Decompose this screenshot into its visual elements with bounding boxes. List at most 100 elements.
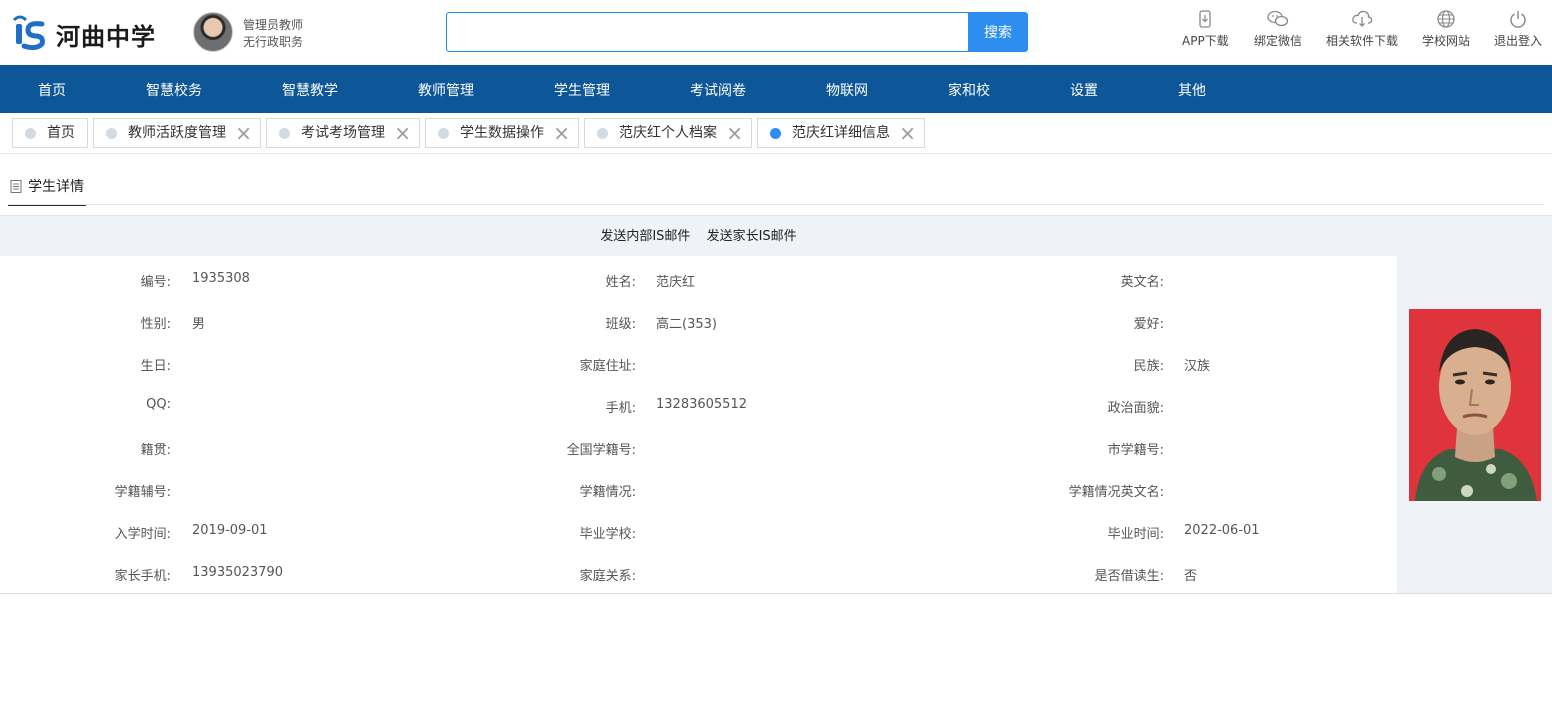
tab-dot-icon <box>25 128 36 139</box>
school-website-label: 学校网站 <box>1422 34 1471 48</box>
user-job: 无行政职务 <box>243 35 304 49</box>
tab-exam-room[interactable]: 考试考场管理 × <box>266 118 420 148</box>
student-portrait-icon <box>1409 309 1541 501</box>
close-icon[interactable]: × <box>235 119 252 147</box>
send-internal-mail-link[interactable]: 发送内部IS邮件 <box>600 229 690 244</box>
field-label-enroll-date: 入学时间: <box>114 527 171 542</box>
nav-item-student-mgmt[interactable]: 学生管理 <box>554 80 610 100</box>
field-label-political-status: 政治面貌: <box>1107 401 1164 416</box>
tab-dot-icon <box>279 128 290 139</box>
field-value-enroll-date: 2019-09-01 <box>192 523 268 538</box>
nav-item-exam-grading[interactable]: 考试阅卷 <box>690 80 746 100</box>
close-icon[interactable]: × <box>726 119 743 147</box>
logout-label: 退出登入 <box>1494 34 1543 48</box>
tab-student-data[interactable]: 学生数据操作 × <box>425 118 579 148</box>
user-role: 管理员教师 <box>243 18 304 32</box>
nav-item-teacher-mgmt[interactable]: 教师管理 <box>418 80 474 100</box>
field-value-ethnicity: 汉族 <box>1184 359 1211 374</box>
nav-item-home[interactable]: 首页 <box>38 80 66 100</box>
logout-button[interactable]: 退出登入 <box>1494 10 1542 49</box>
app-download-button[interactable]: APP下载 <box>1182 10 1229 49</box>
field-label-national-student-id: 全国学籍号: <box>566 443 636 458</box>
field-value-id: 1935308 <box>192 271 250 286</box>
close-icon[interactable]: × <box>394 119 411 147</box>
nav-item-smart-admin[interactable]: 智慧校务 <box>146 80 202 100</box>
app-download-label: APP下载 <box>1182 34 1229 48</box>
divider <box>8 204 1544 205</box>
tab-label: 范庆红个人档案 <box>619 125 717 141</box>
field-value-parent-phone: 13935023790 <box>192 565 283 580</box>
field-label-id: 编号: <box>140 275 171 290</box>
header: 河曲中学 管理员教师 无行政职务 搜索 APP下载 绑定微信 相关软件下载 学校… <box>0 0 1552 65</box>
nav-item-other[interactable]: 其他 <box>1178 80 1206 100</box>
subtab-label: 学生详情 <box>28 179 84 195</box>
cloud-download-icon <box>1352 10 1373 27</box>
field-label-address: 家庭住址: <box>579 359 636 374</box>
field-label-gender: 性别: <box>140 317 171 332</box>
school-logo-icon <box>12 15 45 50</box>
field-label-city-student-id: 市学籍号: <box>1107 443 1164 458</box>
student-photo <box>1409 309 1541 501</box>
tab-label: 考试考场管理 <box>301 125 385 141</box>
field-label-qq: QQ: <box>146 397 171 412</box>
bind-wechat-button[interactable]: 绑定微信 <box>1254 10 1302 49</box>
tab-student-profile[interactable]: 范庆红个人档案 × <box>584 118 752 148</box>
power-icon <box>1510 11 1526 28</box>
field-label-class: 班级: <box>605 317 636 332</box>
field-label-name: 姓名: <box>605 275 636 290</box>
wechat-icon <box>1267 10 1289 27</box>
tab-dot-icon <box>770 128 781 139</box>
tab-home[interactable]: 首页 <box>12 118 88 148</box>
tab-label: 首页 <box>47 125 75 141</box>
school-name: 河曲中学 <box>56 23 156 51</box>
tab-dot-icon <box>597 128 608 139</box>
nav-item-iot[interactable]: 物联网 <box>826 80 868 100</box>
field-label-transient-student: 是否借读生: <box>1094 569 1164 584</box>
close-icon[interactable]: × <box>553 119 570 147</box>
software-download-label: 相关软件下载 <box>1326 34 1399 48</box>
field-label-graduation-date: 毕业时间: <box>1107 527 1164 542</box>
document-icon <box>10 180 22 193</box>
tab-label: 学生数据操作 <box>460 125 544 141</box>
tab-dot-icon <box>438 128 449 139</box>
software-download-button[interactable]: 相关软件下载 <box>1326 10 1398 49</box>
school-website-button[interactable]: 学校网站 <box>1422 10 1470 49</box>
tab-student-details[interactable]: 学生详情 <box>8 172 86 206</box>
tab-teacher-activity[interactable]: 教师活跃度管理 × <box>93 118 261 148</box>
search-button[interactable]: 搜索 <box>968 12 1028 52</box>
phone-icon <box>1199 10 1211 28</box>
bind-wechat-label: 绑定微信 <box>1254 34 1303 48</box>
tab-dot-icon <box>106 128 117 139</box>
action-bar: 发送内部IS邮件 发送家长IS邮件 <box>0 216 1397 256</box>
field-label-native-place: 籍贯: <box>140 443 171 458</box>
search-input[interactable] <box>446 12 969 52</box>
nav-item-settings[interactable]: 设置 <box>1070 80 1098 100</box>
field-value-gender: 男 <box>192 317 206 332</box>
field-value-graduation-date: 2022-06-01 <box>1184 523 1260 538</box>
field-label-ethnicity: 民族: <box>1133 359 1164 374</box>
field-value-name: 范庆红 <box>656 275 696 290</box>
globe-icon <box>1437 10 1455 28</box>
field-label-family-relation: 家庭关系: <box>579 569 636 584</box>
tab-bar: 首页 教师活跃度管理 × 考试考场管理 × 学生数据操作 × 范庆红个人档案 ×… <box>0 113 1552 154</box>
nav-item-smart-teaching[interactable]: 智慧教学 <box>282 80 338 100</box>
photo-column <box>1397 216 1552 593</box>
field-label-graduated-school: 毕业学校: <box>579 527 636 542</box>
field-label-parent-phone: 家长手机: <box>114 569 171 584</box>
student-detail-panel: 发送内部IS邮件 发送家长IS邮件 编号: 1935308 姓名: 范庆红 英文… <box>0 215 1552 594</box>
send-parent-mail-link[interactable]: 发送家长IS邮件 <box>707 229 797 244</box>
field-label-hobby: 爱好: <box>1133 317 1164 332</box>
field-label-english-name: 英文名: <box>1120 275 1164 290</box>
main-nav: 首页 智慧校务 智慧教学 教师管理 学生管理 考试阅卷 物联网 家和校 设置 其… <box>0 65 1552 113</box>
close-icon[interactable]: × <box>899 119 916 147</box>
nav-item-home-school[interactable]: 家和校 <box>948 80 990 100</box>
field-value-phone: 13283605512 <box>656 397 747 412</box>
tab-student-detail[interactable]: 范庆红详细信息 × <box>757 118 925 148</box>
field-label-birthday: 生日: <box>140 359 171 374</box>
field-label-aux-student-id: 学籍辅号: <box>114 485 171 500</box>
field-label-phone: 手机: <box>605 401 636 416</box>
avatar[interactable] <box>193 12 233 52</box>
field-label-enrollment-status-en: 学籍情况英文名: <box>1068 485 1164 500</box>
field-value-transient-student: 否 <box>1184 569 1198 584</box>
field-label-enrollment-status: 学籍情况: <box>579 485 636 500</box>
